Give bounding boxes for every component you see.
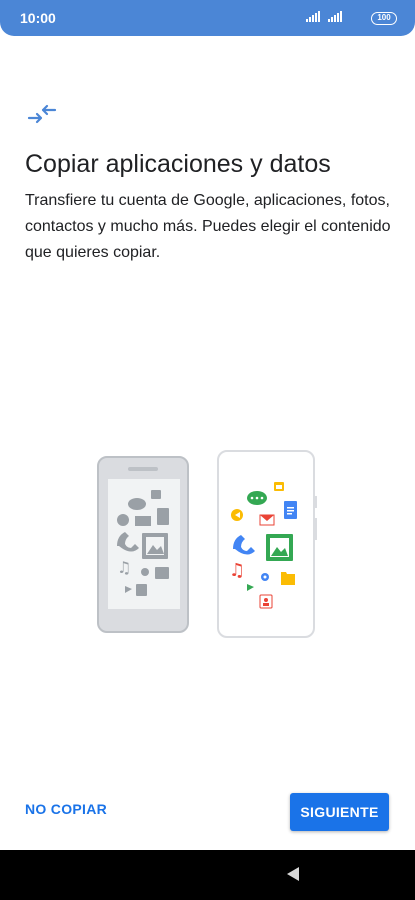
page-title: Copiar aplicaciones y datos bbox=[25, 150, 331, 178]
transfer-arrows-icon bbox=[27, 103, 57, 130]
battery-icon: 100 bbox=[371, 12, 397, 25]
page-description: Transfiere tu cuenta de Google, aplicaci… bbox=[25, 192, 391, 261]
status-bar: 10:00 100 bbox=[0, 0, 415, 36]
signal-icon bbox=[328, 11, 344, 22]
svg-text:♫: ♫ bbox=[229, 560, 245, 581]
navigation-bar bbox=[0, 850, 415, 900]
back-icon[interactable] bbox=[286, 866, 300, 887]
phone-transfer-illustration: ♫ ♫ bbox=[95, 448, 325, 648]
next-button[interactable]: SIGUIENTE bbox=[290, 793, 389, 831]
signal-icon bbox=[306, 11, 322, 22]
status-time: 10:00 bbox=[20, 10, 56, 26]
svg-text:♫: ♫ bbox=[117, 558, 131, 577]
skip-button[interactable]: NO COPIAR bbox=[25, 801, 107, 817]
